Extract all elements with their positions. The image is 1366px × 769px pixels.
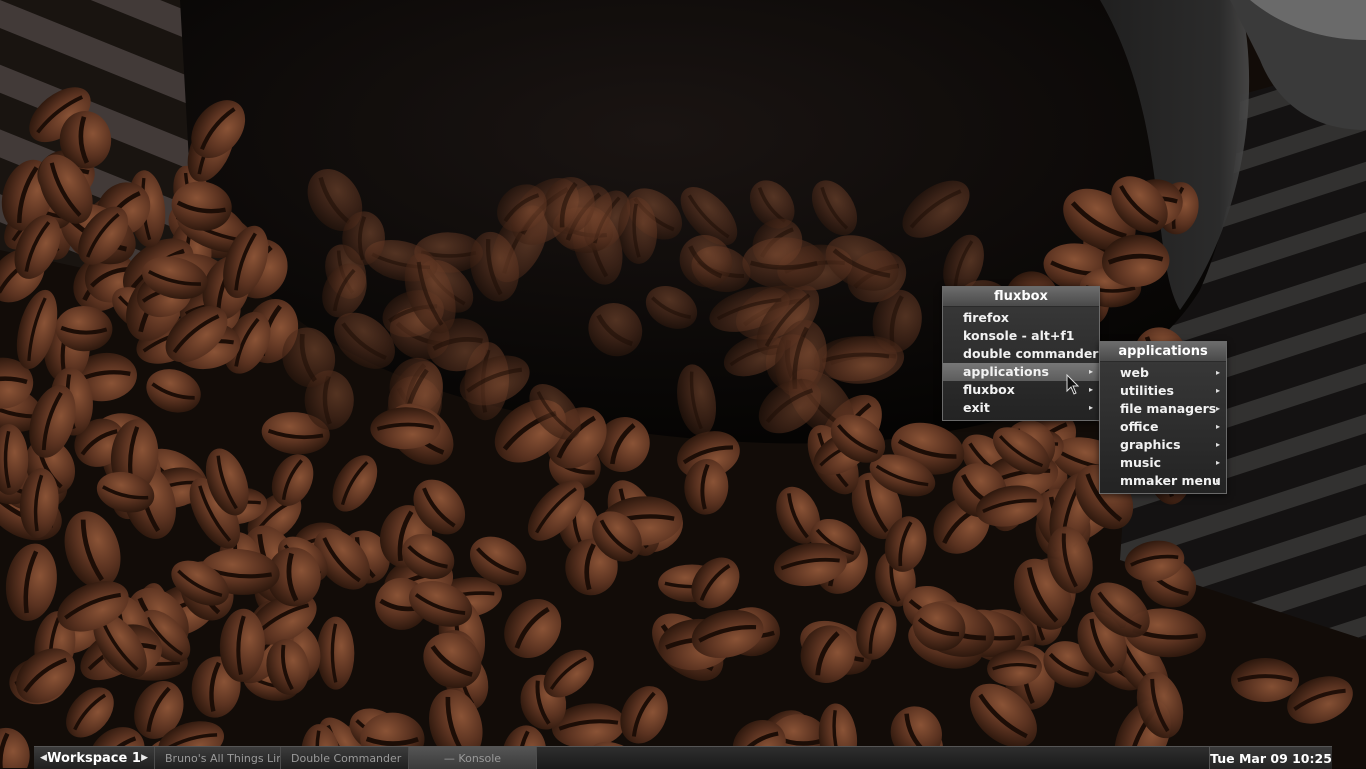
arrow-cursor-icon bbox=[1066, 374, 1080, 395]
submenu-item-mmaker-menu[interactable]: mmaker menu ▸ bbox=[1100, 472, 1226, 490]
menu-item-label: fluxbox bbox=[963, 382, 1015, 397]
menu-item-label: web bbox=[1120, 365, 1149, 380]
menu-item-label: double commander bbox=[963, 346, 1099, 361]
fluxbox-toolbar: ◀ Workspace 1 ▶ Bruno's All Things Lin D… bbox=[34, 746, 1332, 769]
clock[interactable]: Tue Mar 09 10:25 bbox=[1209, 747, 1332, 769]
taskbar-item-browser[interactable]: Bruno's All Things Lin bbox=[154, 747, 280, 769]
previous-workspace-icon[interactable]: ◀ bbox=[40, 753, 47, 763]
submenu-arrow-icon: ▸ bbox=[1215, 368, 1220, 377]
menu-item-label: firefox bbox=[963, 310, 1009, 325]
menu-item-firefox[interactable]: firefox bbox=[943, 309, 1099, 327]
menu-item-label: graphics bbox=[1120, 437, 1181, 452]
menu-item-double-commander[interactable]: double commander bbox=[943, 345, 1099, 363]
submenu-arrow-icon: ▸ bbox=[1215, 386, 1220, 395]
menu-item-label: konsole - alt+f1 bbox=[963, 328, 1075, 343]
menu-title[interactable]: fluxbox bbox=[943, 287, 1099, 307]
workspace-name[interactable]: Workspace 1 bbox=[47, 751, 141, 766]
menu-item-label: office bbox=[1120, 419, 1159, 434]
submenu-arrow-icon: ▸ bbox=[1215, 422, 1220, 431]
workspace-switcher: ◀ Workspace 1 ▶ bbox=[34, 747, 154, 769]
fluxbox-root-menu[interactable]: fluxbox firefox konsole - alt+f1 double co… bbox=[942, 286, 1100, 421]
submenu-item-file-managers[interactable]: file managers ▸ bbox=[1100, 400, 1226, 418]
submenu-arrow-icon: ▸ bbox=[1088, 403, 1093, 412]
submenu-item-web[interactable]: web ▸ bbox=[1100, 364, 1226, 382]
submenu-arrow-icon: ▸ bbox=[1215, 404, 1220, 413]
menu-item-label: utilities bbox=[1120, 383, 1174, 398]
submenu-arrow-icon: ▸ bbox=[1215, 440, 1220, 449]
submenu-arrow-icon: ▸ bbox=[1215, 476, 1220, 485]
submenu-item-graphics[interactable]: graphics ▸ bbox=[1100, 436, 1226, 454]
menu-item-exit[interactable]: exit ▸ bbox=[943, 399, 1099, 417]
menu-item-label: applications bbox=[963, 364, 1049, 379]
next-workspace-icon[interactable]: ▶ bbox=[141, 753, 148, 763]
menu-item-label: exit bbox=[963, 400, 990, 415]
submenu-arrow-icon: ▸ bbox=[1215, 458, 1220, 467]
menu-item-label: file managers bbox=[1120, 401, 1217, 416]
submenu-item-music[interactable]: music ▸ bbox=[1100, 454, 1226, 472]
submenu-item-office[interactable]: office ▸ bbox=[1100, 418, 1226, 436]
menu-title[interactable]: applications bbox=[1100, 342, 1226, 362]
menu-item-label: music bbox=[1120, 455, 1162, 470]
submenu-arrow-icon: ▸ bbox=[1088, 385, 1093, 394]
applications-submenu[interactable]: applications web ▸ utilities ▸ file managers… bbox=[1099, 341, 1227, 494]
taskbar-item-double-commander[interactable]: Double Commander bbox=[280, 747, 408, 769]
menu-item-label: mmaker menu bbox=[1120, 473, 1221, 488]
toolbar-empty-area bbox=[536, 747, 1209, 769]
taskbar-item-konsole[interactable]: — Konsole bbox=[408, 747, 536, 769]
submenu-item-utilities[interactable]: utilities ▸ bbox=[1100, 382, 1226, 400]
submenu-arrow-icon: ▸ bbox=[1088, 367, 1093, 376]
menu-item-konsole-alt-f1[interactable]: konsole - alt+f1 bbox=[943, 327, 1099, 345]
